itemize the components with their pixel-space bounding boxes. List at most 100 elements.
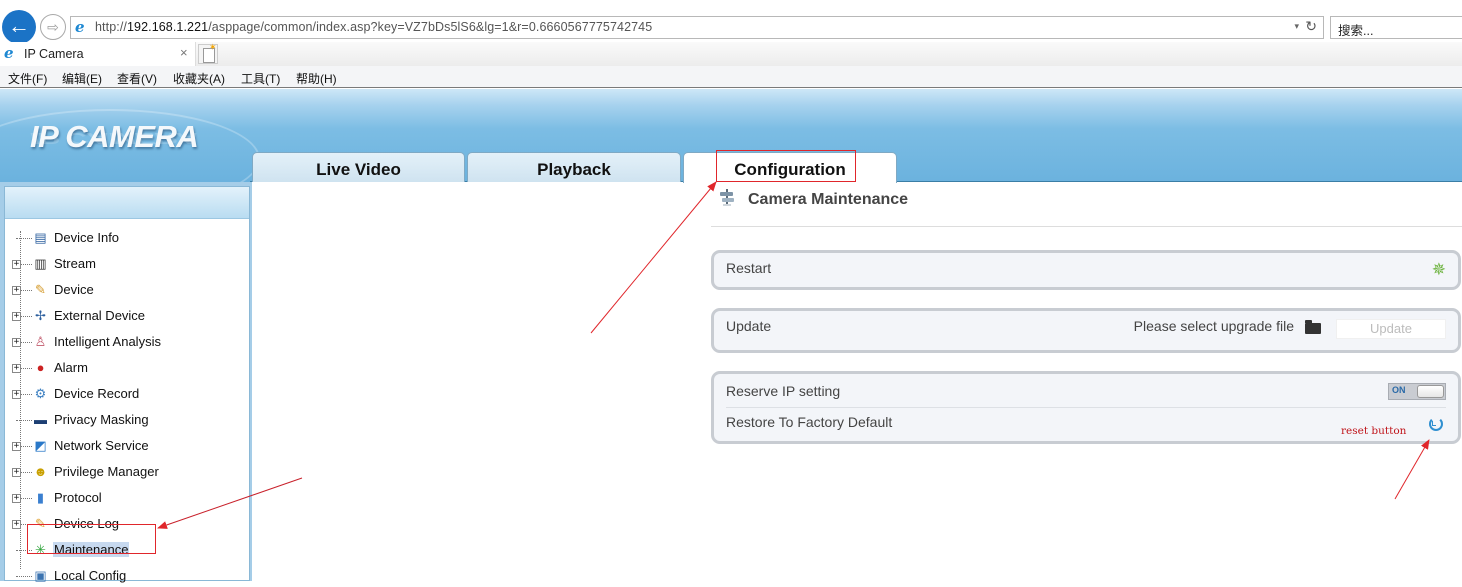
expand-icon[interactable]: +: [12, 442, 21, 451]
address-bar[interactable]: e http://192.168.1.221/asppage/common/in…: [70, 16, 1324, 39]
address-dropdown-icon[interactable]: ▾: [1294, 21, 1299, 32]
title-divider: [711, 226, 1462, 227]
sidebar-item-protocol[interactable]: + ▮ Protocol: [5, 487, 245, 509]
menu-view[interactable]: 查看(V): [117, 70, 157, 87]
browser-address-row: ← ⇨ e http://192.168.1.221/asppage/commo…: [0, 0, 1462, 44]
sidebar-item-local-config[interactable]: ▣ Local Config: [5, 565, 245, 587]
search-placeholder: 搜索...: [1338, 24, 1374, 38]
menu-file[interactable]: 文件(F): [8, 70, 47, 87]
update-row: Update Please select upgrade file Update: [726, 312, 1446, 344]
sidebar-item-label: Privacy Masking: [54, 412, 149, 427]
expand-icon[interactable]: +: [12, 286, 21, 295]
factory-default-row: Restore To Factory Default: [726, 409, 1446, 441]
back-button[interactable]: ←: [2, 10, 36, 44]
reset-icon[interactable]: [1429, 417, 1443, 431]
sidebar-item-label: Device Info: [54, 230, 120, 245]
sidebar-item-intelligent-analysis[interactable]: + ♙ Intelligent Analysis: [5, 331, 245, 353]
sidebar-item-device-info[interactable]: ▤ Device Info: [5, 227, 245, 249]
sidebar-item-label: Intelligent Analysis: [54, 334, 161, 349]
network-icon: ◩: [34, 438, 47, 453]
page-title: Camera Maintenance: [748, 191, 909, 208]
update-card: Update Please select upgrade file Update: [711, 308, 1461, 353]
expand-icon[interactable]: +: [12, 390, 21, 399]
privacy-mask-icon: ▬: [34, 412, 47, 427]
toggle-on-text: ON: [1392, 385, 1406, 395]
url-prefix: http://: [95, 20, 127, 34]
upgrade-file-prompt: Please select upgrade file: [1133, 318, 1294, 334]
tab-live-video[interactable]: Live Video: [252, 152, 465, 182]
expand-icon[interactable]: +: [12, 520, 21, 529]
menu-tools[interactable]: 工具(T): [241, 70, 280, 87]
person-analysis-icon: ♙: [34, 334, 47, 349]
expand-icon[interactable]: +: [12, 494, 21, 503]
tab-playback[interactable]: Playback: [467, 152, 681, 182]
protocol-icon: ▮: [36, 490, 45, 505]
url-text[interactable]: http://192.168.1.221/asppage/common/inde…: [95, 20, 652, 34]
refresh-icon[interactable]: ↻: [1305, 18, 1317, 35]
expand-icon[interactable]: +: [12, 260, 21, 269]
arrow-to-configuration: [590, 181, 717, 334]
factory-default-label: Restore To Factory Default: [726, 414, 893, 430]
browser-tab[interactable]: e IP Camera ×: [0, 42, 196, 66]
new-tab-button[interactable]: [198, 42, 218, 64]
reserve-ip-toggle[interactable]: ON: [1388, 383, 1446, 400]
menu-help[interactable]: 帮助(H): [296, 70, 337, 87]
config-tree-panel: ▤ Device Info + ▥ Stream + ✎ Device + ✢ External D…: [4, 186, 250, 583]
menu-edit[interactable]: 编辑(E): [62, 70, 102, 87]
browser-tab-row: e IP Camera ×: [0, 42, 1462, 66]
forward-arrow-icon: ⇨: [47, 19, 59, 35]
restart-card: Restart ✵: [711, 250, 1461, 290]
app-logo-reflection: IP CAMERA: [30, 129, 199, 148]
browser-menu-bar: 文件(F) 编辑(E) 查看(V) 收藏夹(A) 工具(T) 帮助(H): [0, 66, 1462, 88]
toggle-knob[interactable]: [1417, 385, 1444, 398]
annotation-reset-note: reset button: [1341, 425, 1407, 437]
update-label: Update: [726, 318, 772, 334]
folder-browse-icon[interactable]: [1305, 320, 1321, 334]
alarm-icon: ●: [36, 360, 45, 375]
update-button[interactable]: Update: [1336, 319, 1446, 339]
arrow-to-reset: [1394, 439, 1430, 500]
user-key-icon: ☻: [33, 464, 48, 479]
sidebar-item-label: Device: [54, 282, 94, 297]
sidebar-item-label: Device Record: [54, 386, 140, 401]
restart-row: Restart ✵: [726, 254, 1446, 286]
sidebar-item-external-device[interactable]: + ✢ External Device: [5, 305, 245, 327]
sidebar-item-network-service[interactable]: + ◩ Network Service: [5, 435, 245, 457]
url-host: 192.168.1.221: [126, 20, 209, 34]
forward-button[interactable]: ⇨: [40, 14, 66, 40]
sidebar-item-label: External Device: [54, 308, 146, 323]
sidebar: ▤ Device Info + ▥ Stream + ✎ Device + ✢ External D…: [0, 182, 252, 583]
sidebar-item-privacy-masking[interactable]: ▬ Privacy Masking: [5, 409, 245, 431]
external-device-icon: ✢: [35, 308, 46, 323]
sidebar-item-label: Protocol: [54, 490, 102, 505]
search-input[interactable]: 搜索...: [1330, 16, 1462, 39]
annotation-highlight-configuration: [716, 150, 856, 182]
tab-close-icon[interactable]: ×: [180, 45, 188, 60]
sidebar-item-device[interactable]: + ✎ Device: [5, 279, 245, 301]
device-settings-icon: ✎: [35, 282, 46, 297]
restart-gear-icon[interactable]: ✵: [1432, 261, 1446, 278]
url-path: /asppage/common/index.asp?key=VZ7bDs5lS6…: [208, 20, 653, 34]
expand-icon[interactable]: +: [12, 468, 21, 477]
restart-label: Restart: [726, 260, 772, 276]
sidebar-item-alarm[interactable]: + ● Alarm: [5, 357, 245, 379]
expand-icon[interactable]: +: [12, 338, 21, 347]
sidebar-item-device-record[interactable]: + ⚙ Device Record: [5, 383, 245, 405]
sidebar-item-label: Alarm: [54, 360, 88, 375]
sidebar-item-stream[interactable]: + ▥ Stream: [5, 253, 245, 275]
stream-icon: ▥: [34, 256, 47, 271]
expand-icon[interactable]: +: [12, 312, 21, 321]
sidebar-item-label: Privilege Manager: [54, 464, 159, 479]
back-arrow-icon: ←: [8, 13, 30, 38]
sidebar-item-label: Network Service: [54, 438, 149, 453]
tree-header: [5, 187, 249, 219]
menu-favorites[interactable]: 收藏夹(A): [173, 70, 225, 87]
reserve-ip-label: Reserve IP setting: [726, 383, 841, 399]
tab-title: IP Camera: [24, 47, 84, 61]
ie-logo-icon: e: [75, 18, 85, 36]
sidebar-item-privilege-manager[interactable]: + ☻ Privilege Manager: [5, 461, 245, 483]
ie-tab-icon: e: [4, 44, 14, 62]
row-divider: [726, 407, 1446, 408]
expand-icon[interactable]: +: [12, 364, 21, 373]
tree-connector: [16, 420, 32, 421]
